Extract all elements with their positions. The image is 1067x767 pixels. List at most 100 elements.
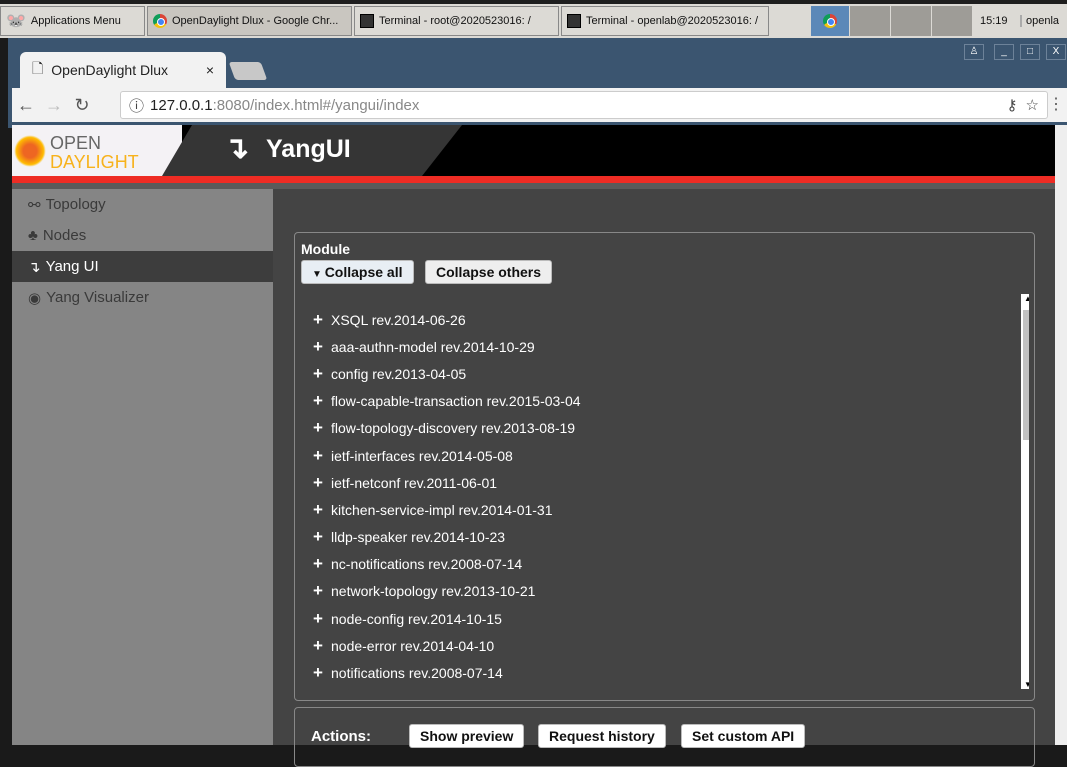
plus-icon[interactable]: + <box>313 500 325 520</box>
module-name: lldp-speaker rev.2014-10-23 <box>331 529 505 545</box>
terminal-icon <box>360 14 374 28</box>
maximize-button[interactable]: □ <box>1020 44 1040 60</box>
module-list-item[interactable]: +ietf-netconf rev.2011-06-01 <box>301 469 1029 496</box>
module-name: flow-capable-transaction rev.2015-03-04 <box>331 393 581 409</box>
sidebar-item-topology[interactable]: ⚯Topology <box>12 189 273 220</box>
module-name: config rev.2013-04-05 <box>331 366 466 382</box>
show-preview-button[interactable]: Show preview <box>409 724 524 748</box>
forward-icon[interactable]: → <box>40 95 68 116</box>
logo-text-open: OPEN <box>50 133 101 154</box>
collapse-others-button[interactable]: Collapse others <box>425 260 552 284</box>
mouse-logo-icon: 🐭 <box>6 11 26 31</box>
module-list-item[interactable]: + ietf-interfaces rev.2014-05-08 <box>301 442 1029 469</box>
back-icon[interactable]: ← <box>12 95 40 116</box>
bookmark-star-icon[interactable]: ☆ <box>1026 96 1039 114</box>
plus-icon[interactable]: + <box>313 636 325 656</box>
module-name: aaa-authn-model rev.2014-10-29 <box>331 339 535 355</box>
plus-icon[interactable]: + <box>313 663 325 683</box>
button-label: Collapse all <box>325 264 403 280</box>
module-list-item[interactable]: + config rev.2013-04-05 <box>301 360 1029 387</box>
eye-icon: ◉ <box>28 289 41 307</box>
page-scrollbar[interactable] <box>1055 125 1067 745</box>
module-title: Module <box>301 241 350 257</box>
minimize-button[interactable]: _ <box>994 44 1014 60</box>
module-name: network-topology rev.2013-10-21 <box>331 583 535 599</box>
yangui-arrow-icon: ↴ <box>224 131 249 166</box>
clock: 15:19 <box>980 15 1020 27</box>
close-tab-icon[interactable]: × <box>206 62 214 78</box>
module-list-item[interactable]: +node-config rev.2014-10-15 <box>301 605 1029 632</box>
sidebar-item-yang-visualizer[interactable]: ◉ Yang Visualizer <box>12 282 273 313</box>
scroll-down-icon[interactable]: ▼ <box>1024 680 1029 689</box>
set-custom-api-button[interactable]: Set custom API <box>681 724 805 748</box>
workspace-1[interactable] <box>811 6 849 36</box>
plus-icon[interactable]: + <box>313 581 325 601</box>
plus-icon[interactable]: + <box>313 554 325 574</box>
sidebar-item-yang-ui[interactable]: ↴Yang UI <box>12 251 273 282</box>
module-list-item[interactable]: + aaa-authn-model rev.2014-10-29 <box>301 333 1029 360</box>
list-scrollbar[interactable]: ▲▼ <box>1021 294 1029 689</box>
module-list-item[interactable]: +nc-notifications rev.2008-07-14 <box>301 551 1029 578</box>
plus-icon[interactable]: + <box>313 527 325 547</box>
request-history-button[interactable]: Request history <box>538 724 666 748</box>
module-list-item[interactable]: + network-topology rev.2013-10-21 <box>301 578 1029 605</box>
module-list-item[interactable]: + node-error rev.2014-04-10 <box>301 632 1029 659</box>
user-menu[interactable]: openla <box>1020 15 1059 27</box>
module-panel: Module ▼ Collapse all Collapse others + X… <box>294 232 1035 701</box>
menu-icon[interactable]: ⋮ <box>1048 94 1064 114</box>
module-list-item[interactable]: +flow-topology-discovery rev.2013-08-19 <box>301 415 1029 442</box>
arrow-icon: ↴ <box>28 258 41 276</box>
plus-icon[interactable]: + <box>313 337 325 357</box>
scrollbar-thumb[interactable] <box>1023 310 1029 440</box>
module-list-item[interactable]: + kitchen-service-impl rev.2014-01-31 <box>301 496 1029 523</box>
collapse-all-button[interactable]: ▼ Collapse all <box>301 260 414 284</box>
info-icon: ⓘ <box>129 95 144 116</box>
taskbar-window-terminal-root[interactable]: Terminal - root@2020523016: / <box>354 6 559 36</box>
browser-tab[interactable]: 🗋OpenDaylight Dlux× <box>20 52 226 88</box>
app-header: OPEN DAYLIGHT ↴ YangUI <box>12 125 1055 176</box>
close-window-button[interactable]: X <box>1046 44 1066 60</box>
tab-title: OpenDaylight Dlux <box>51 62 198 78</box>
key-icon[interactable]: ⚷ <box>1007 96 1018 114</box>
module-name: node-error rev.2014-04-10 <box>331 638 494 654</box>
applications-menu[interactable]: 🐭Applications Menu <box>0 6 145 36</box>
plus-icon[interactable]: + <box>313 418 325 438</box>
url-host: 127.0.0.1 <box>150 97 213 114</box>
workspace-3[interactable] <box>891 6 931 36</box>
caret-down-icon: ▼ <box>312 269 325 280</box>
workspace-4[interactable] <box>932 6 972 36</box>
terminal-icon <box>567 14 581 28</box>
taskbar-window-chrome[interactable]: OpenDaylight Dlux - Google Chr... <box>147 6 352 36</box>
plus-icon[interactable]: + <box>313 310 325 330</box>
taskbar-window-terminal-openlab[interactable]: Terminal - openlab@2020523016: / <box>561 6 769 36</box>
module-name: kitchen-service-impl rev.2014-01-31 <box>331 502 553 518</box>
module-name: XSQL rev.2014-06-26 <box>331 312 466 328</box>
module-list-item[interactable]: + notifications rev.2008-07-14 <box>301 659 1029 686</box>
chrome-icon <box>823 14 837 28</box>
scroll-up-icon[interactable]: ▲ <box>1024 294 1029 303</box>
actions-label: Actions: <box>311 728 371 745</box>
accent-bar <box>12 176 1055 183</box>
sitemap-icon: ♣ <box>28 227 38 244</box>
reload-icon[interactable]: ↻ <box>68 95 96 116</box>
module-list-item[interactable]: + flow-capable-transaction rev.2015-03-04 <box>301 388 1029 415</box>
module-list-item[interactable]: + lldp-speaker rev.2014-10-23 <box>301 524 1029 551</box>
plus-icon[interactable]: + <box>313 446 325 466</box>
sidebar-item-label: Yang Visualizer <box>46 289 149 306</box>
module-list-item[interactable]: + XSQL rev.2014-06-26 <box>301 306 1029 333</box>
sidebar: ⚯Topology ♣Nodes ↴Yang UI ◉ Yang Visualiz… <box>12 189 273 745</box>
module-name: ietf-interfaces rev.2014-05-08 <box>331 448 513 464</box>
module-name: notifications rev.2008-07-14 <box>331 665 503 681</box>
window-label: OpenDaylight Dlux - Google Chr... <box>172 15 338 27</box>
profile-button[interactable]: ♙ <box>964 44 984 60</box>
plus-icon[interactable]: + <box>313 473 325 493</box>
address-bar[interactable]: ⓘ127.0.0.1:8080/index.html#/yangui/index… <box>120 91 1048 119</box>
plus-icon[interactable]: + <box>313 391 325 411</box>
module-list: + XSQL rev.2014-06-26 + aaa-authn-model rev… <box>301 294 1029 689</box>
new-tab-button[interactable] <box>229 62 268 80</box>
opendaylight-logo[interactable]: OPEN DAYLIGHT <box>12 125 182 176</box>
workspace-2[interactable] <box>850 6 890 36</box>
plus-icon[interactable]: + <box>313 609 325 629</box>
plus-icon[interactable]: + <box>313 364 325 384</box>
sidebar-item-nodes[interactable]: ♣Nodes <box>12 220 273 251</box>
